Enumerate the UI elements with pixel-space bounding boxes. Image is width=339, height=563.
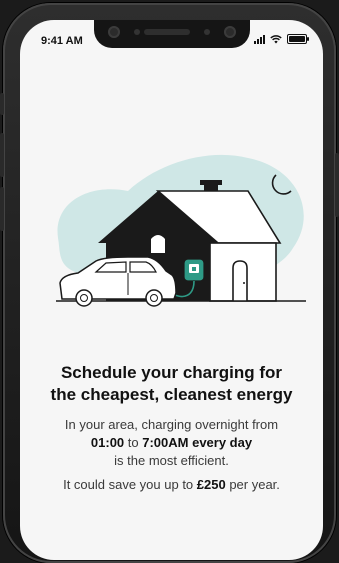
schedule-description: In your area, charging overnight from 01… [20, 416, 323, 470]
headline-line-1: Schedule your charging for [60, 363, 283, 382]
notch [94, 20, 250, 48]
volume-down-button [0, 187, 4, 231]
headline-line-2: the cheapest, cleanest energy [50, 385, 293, 404]
sensor-dot [134, 29, 140, 35]
face-id-sensor-icon [224, 26, 236, 38]
speaker-grille [144, 29, 190, 35]
savings-text: It could save you up to £250 per year. [20, 477, 323, 492]
description-line-2: 01:00 to 7:00AM every day [20, 434, 323, 452]
savings-prefix: It could save you up to [63, 477, 197, 492]
start-time: 01:00 [90, 435, 125, 450]
ev-charging-illustration [56, 154, 306, 307]
status-time: 9:41 AM [41, 35, 83, 47]
end-time: 7:00AM every day [142, 435, 253, 450]
phone-screen: 9:41 AM Schedule your charging for the c… [20, 20, 323, 560]
mute-switch [0, 93, 4, 115]
savings-amount: £250 [196, 477, 226, 492]
wifi-icon [270, 34, 282, 43]
camera-icon [108, 26, 120, 38]
to-label: to [124, 435, 143, 450]
sensor-dot [204, 29, 210, 35]
phone-frame: 9:41 AM Schedule your charging for the c… [0, 3, 339, 563]
signal-icon [254, 34, 265, 44]
power-button [335, 153, 339, 217]
headline: Schedule your charging for the cheapest,… [20, 362, 323, 406]
volume-up-button [0, 133, 4, 177]
status-icons [254, 34, 309, 44]
description-line-3: is the most efficient. [114, 453, 229, 468]
description-line-1: In your area, charging overnight from [64, 417, 279, 432]
battery-icon [287, 34, 309, 44]
battery-fill [289, 36, 305, 42]
savings-suffix: per year. [225, 477, 280, 492]
